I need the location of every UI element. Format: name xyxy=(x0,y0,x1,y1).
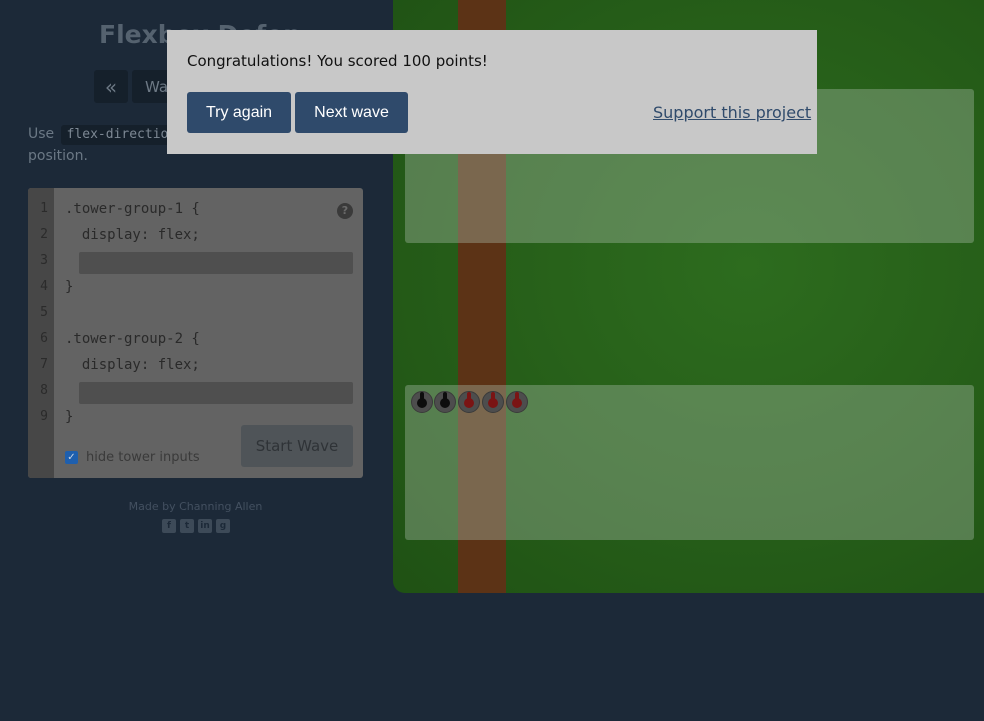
linkedin-icon[interactable]: in xyxy=(198,519,212,533)
code-line: .tower-group-1 { xyxy=(65,201,200,217)
facebook-icon[interactable]: f xyxy=(162,519,176,533)
line-number: 6 xyxy=(40,331,48,346)
property-label: flex-direction xyxy=(66,127,177,142)
social-links: f t in g xyxy=(162,519,230,533)
code-line: .tower-group-2 { xyxy=(65,331,200,347)
tower-group-2-input[interactable] xyxy=(79,382,353,404)
hide-inputs-label: hide tower inputs xyxy=(86,450,200,465)
tower-black xyxy=(434,391,456,413)
credit-text: Made by Channing Allen xyxy=(128,500,263,513)
hide-inputs-toggle[interactable]: ✓ hide tower inputs xyxy=(65,450,200,465)
line-number: 7 xyxy=(40,357,48,372)
code-line: display: flex; xyxy=(65,227,200,243)
result-message: Congratulations! You scored 100 points! xyxy=(187,52,488,70)
tower-red xyxy=(506,391,528,413)
github-icon[interactable]: g xyxy=(216,519,230,533)
support-link[interactable]: Support this project xyxy=(653,103,811,122)
line-number: 3 xyxy=(40,253,48,268)
hide-inputs-checkbox[interactable]: ✓ xyxy=(65,451,78,464)
line-number: 8 xyxy=(40,383,48,398)
line-number: 4 xyxy=(40,279,48,294)
start-wave-button[interactable]: Start Wave xyxy=(241,425,353,467)
code-line: display: flex; xyxy=(65,357,200,373)
code-editor: 1 2 3 4 5 6 7 8 9 .tower-group-1 { displ… xyxy=(28,188,363,478)
code-line: } xyxy=(65,279,74,295)
twitter-icon[interactable]: t xyxy=(180,519,194,533)
instructions-text-end: position. xyxy=(28,148,88,164)
previous-wave-button[interactable]: « xyxy=(94,70,128,103)
try-again-button[interactable]: Try again xyxy=(187,92,291,133)
tower-red xyxy=(458,391,480,413)
tower-group-1-input[interactable] xyxy=(79,252,353,274)
line-number: 1 xyxy=(40,201,48,216)
next-wave-button[interactable]: Next wave xyxy=(295,92,408,133)
tower-red xyxy=(482,391,504,413)
instructions-text-start: Use xyxy=(28,126,55,142)
result-modal: Congratulations! You scored 100 points! … xyxy=(167,30,817,154)
code-line: } xyxy=(65,409,74,425)
tower-black xyxy=(411,391,433,413)
line-number: 5 xyxy=(40,305,48,320)
line-number: 2 xyxy=(40,227,48,242)
help-icon[interactable]: ? xyxy=(337,203,353,219)
line-number: 9 xyxy=(40,409,48,424)
